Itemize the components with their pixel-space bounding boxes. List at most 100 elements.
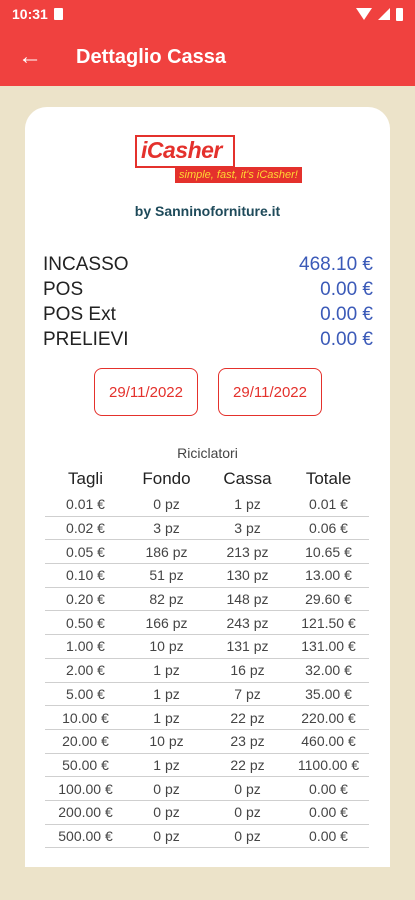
table-cell: 0 pz <box>234 804 261 821</box>
table-cell: 10.65 € <box>305 543 352 560</box>
table-row: 0.20 € 82 pz 148 pz 29.60 € <box>45 588 369 612</box>
table-cell: 1 pz <box>153 756 180 773</box>
table-cell: 186 pz <box>145 543 188 560</box>
table-cell: 0.00 € <box>309 827 348 844</box>
table-cell: 460.00 € <box>301 733 356 750</box>
table-cell: 121.50 € <box>301 614 356 631</box>
summary-row-pos-ext: POS Ext 0.00 € <box>43 302 373 327</box>
column-header: Totale <box>305 469 352 488</box>
table-cell: 200.00 € <box>58 804 113 821</box>
table-cell: 148 pz <box>226 591 269 608</box>
table-cell: 1 pz <box>153 685 180 702</box>
signal-icon <box>378 8 390 20</box>
table-cell: 243 pz <box>226 614 269 631</box>
table-cell: 29.60 € <box>305 591 352 608</box>
table-row: 0.01 € 0 pz 1 pz 0.01 € <box>45 493 369 517</box>
table-cell: 0.06 € <box>309 520 348 537</box>
table-row: 2.00 € 1 pz 16 pz 32.00 € <box>45 659 369 683</box>
table-cell: 16 pz <box>230 662 265 679</box>
table-row: 0.02 € 3 pz 3 pz 0.06 € <box>45 517 369 541</box>
column-header: Fondo <box>142 469 191 488</box>
table-cell: 1 pz <box>153 662 180 679</box>
table-cell: 82 pz <box>149 591 184 608</box>
date-from-button[interactable]: 29/11/2022 <box>94 368 198 416</box>
detail-card: iCasher simple, fast, it's iCasher! by S… <box>25 107 390 867</box>
summary-value: 0.00 € <box>320 328 373 350</box>
table-row: 500.00 € 0 pz 0 pz 0.00 € <box>45 825 369 849</box>
table-cell: 10 pz <box>149 638 184 655</box>
page-title: Dettaglio Cassa <box>76 45 227 68</box>
table-row: 0.10 € 51 pz 130 pz 13.00 € <box>45 564 369 588</box>
table-cell: 10 pz <box>149 733 184 750</box>
riciclatori-title: Riciclatori <box>177 445 238 461</box>
wifi-icon <box>356 8 372 20</box>
table-cell: 100.00 € <box>58 780 113 797</box>
table-cell: 2.00 € <box>66 662 105 679</box>
table-cell: 1 pz <box>234 496 261 513</box>
logo-slogan: simple, fast, it's iCasher! <box>175 167 302 183</box>
table-cell: 1.00 € <box>66 638 105 655</box>
table-row: 10.00 € 1 pz 22 pz 220.00 € <box>45 706 369 730</box>
summary-row-incasso: INCASSO 468.10 € <box>43 252 373 277</box>
table-cell: 0.01 € <box>66 496 105 513</box>
summary-list: INCASSO 468.10 € POS 0.00 € POS Ext 0.00… <box>43 252 373 352</box>
table-cell: 0 pz <box>153 827 180 844</box>
table-cell: 20.00 € <box>62 733 109 750</box>
table-cell: 13.00 € <box>305 567 352 584</box>
table-cell: 51 pz <box>149 567 184 584</box>
table-cell: 0 pz <box>234 827 261 844</box>
table-cell: 22 pz <box>230 756 265 773</box>
table-cell: 3 pz <box>153 520 180 537</box>
icasher-logo: iCasher simple, fast, it's iCasher! <box>135 135 302 189</box>
summary-label: POS <box>43 278 84 300</box>
table-cell: 32.00 € <box>305 662 352 679</box>
table-header: Tagli Fondo Cassa Totale <box>45 465 369 493</box>
status-time: 10:31 <box>12 6 48 22</box>
summary-label: POS Ext <box>43 303 116 325</box>
summary-value: 0.00 € <box>320 303 373 325</box>
table-cell: 3 pz <box>234 520 261 537</box>
table-cell: 130 pz <box>226 567 269 584</box>
table-row: 100.00 € 0 pz 0 pz 0.00 € <box>45 777 369 801</box>
byline: by Sanninoforniture.it <box>134 203 281 219</box>
table-cell: 10.00 € <box>62 709 109 726</box>
table-row: 5.00 € 1 pz 7 pz 35.00 € <box>45 683 369 707</box>
table-cell: 166 pz <box>145 614 188 631</box>
table-cell: 35.00 € <box>305 685 352 702</box>
table-cell: 131 pz <box>226 638 269 655</box>
summary-row-pos: POS 0.00 € <box>43 277 373 302</box>
summary-value: 0.00 € <box>320 278 373 300</box>
battery-icon <box>396 7 403 21</box>
back-button[interactable]: ← <box>0 28 60 86</box>
sd-card-icon <box>53 8 63 20</box>
column-header: Cassa <box>223 469 272 488</box>
table-cell: 7 pz <box>234 685 261 702</box>
table-row: 50.00 € 1 pz 22 pz 1100.00 € <box>45 754 369 778</box>
table-row: 1.00 € 10 pz 131 pz 131.00 € <box>45 635 369 659</box>
table-row: 200.00 € 0 pz 0 pz 0.00 € <box>45 801 369 825</box>
table-cell: 1 pz <box>153 709 180 726</box>
table-cell: 0.50 € <box>66 614 105 631</box>
table-cell: 22 pz <box>230 709 265 726</box>
table-cell: 500.00 € <box>58 827 113 844</box>
date-to-button[interactable]: 29/11/2022 <box>218 368 322 416</box>
table-cell: 50.00 € <box>62 756 109 773</box>
table-body: 0.01 € 0 pz 1 pz 0.01 € 0.02 € 3 pz 3 pz 0.06 €… <box>45 493 369 849</box>
table-row: 0.50 € 166 pz 243 pz 121.50 € <box>45 611 369 636</box>
table-cell: 0.10 € <box>66 567 105 584</box>
table-cell: 5.00 € <box>66 685 105 702</box>
summary-value: 468.10 € <box>299 253 373 275</box>
table-cell: 0 pz <box>153 804 180 821</box>
table-cell: 1100.00 € <box>297 756 360 773</box>
arrow-left-icon: ← <box>18 43 42 70</box>
status-icons <box>356 7 403 21</box>
riciclatori-table: Tagli Fondo Cassa Totale 0.01 € 0 pz 1 pz 0… <box>45 465 369 849</box>
table-cell: 0.20 € <box>66 591 105 608</box>
status-bar: 10:31 <box>0 0 415 28</box>
table-cell: 0.01 € <box>309 496 348 513</box>
table-cell: 131.00 € <box>301 638 356 655</box>
table-cell: 0.00 € <box>309 804 348 821</box>
table-cell: 0 pz <box>234 780 261 797</box>
summary-row-prelievi: PRELIEVI 0.00 € <box>43 327 373 352</box>
column-header: Tagli <box>68 469 103 488</box>
